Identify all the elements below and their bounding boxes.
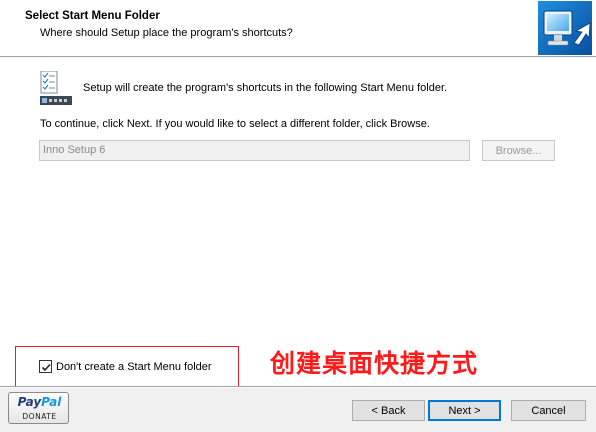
- paypal-donate-button[interactable]: PayPal DONATE: [8, 392, 69, 424]
- annotation-text: 创建桌面快捷方式: [270, 349, 479, 378]
- no-start-menu-label[interactable]: Don't create a Start Menu folder: [56, 361, 212, 373]
- cancel-button[interactable]: Cancel: [511, 400, 586, 421]
- paypal-logo-pay: Pay: [17, 395, 42, 409]
- info-text: Setup will create the program's shortcut…: [83, 82, 448, 94]
- instruction-text: To continue, click Next. If you would li…: [40, 118, 430, 130]
- no-start-menu-checkbox[interactable]: [39, 360, 52, 373]
- checkmark-icon: [41, 363, 51, 372]
- wizard-header: Select Start Menu Folder Where should Se…: [0, 0, 596, 56]
- wizard-body: [0, 58, 596, 386]
- start-menu-folder-input[interactable]: Inno Setup 6: [39, 140, 470, 161]
- start-menu-folder-icon: [40, 70, 72, 105]
- browse-button[interactable]: Browse...: [482, 140, 555, 161]
- next-button[interactable]: Next >: [428, 400, 501, 421]
- paypal-logo: PayPal: [13, 395, 66, 409]
- back-button[interactable]: < Back: [352, 400, 425, 421]
- page-title: Select Start Menu Folder: [25, 10, 160, 22]
- setup-wizard-logo-icon: [538, 1, 592, 55]
- paypal-logo-pal: Pal: [41, 395, 62, 409]
- page-subtitle: Where should Setup place the program's s…: [40, 27, 293, 39]
- paypal-donate-label: DONATE: [22, 412, 57, 421]
- footer-divider: [0, 386, 596, 388]
